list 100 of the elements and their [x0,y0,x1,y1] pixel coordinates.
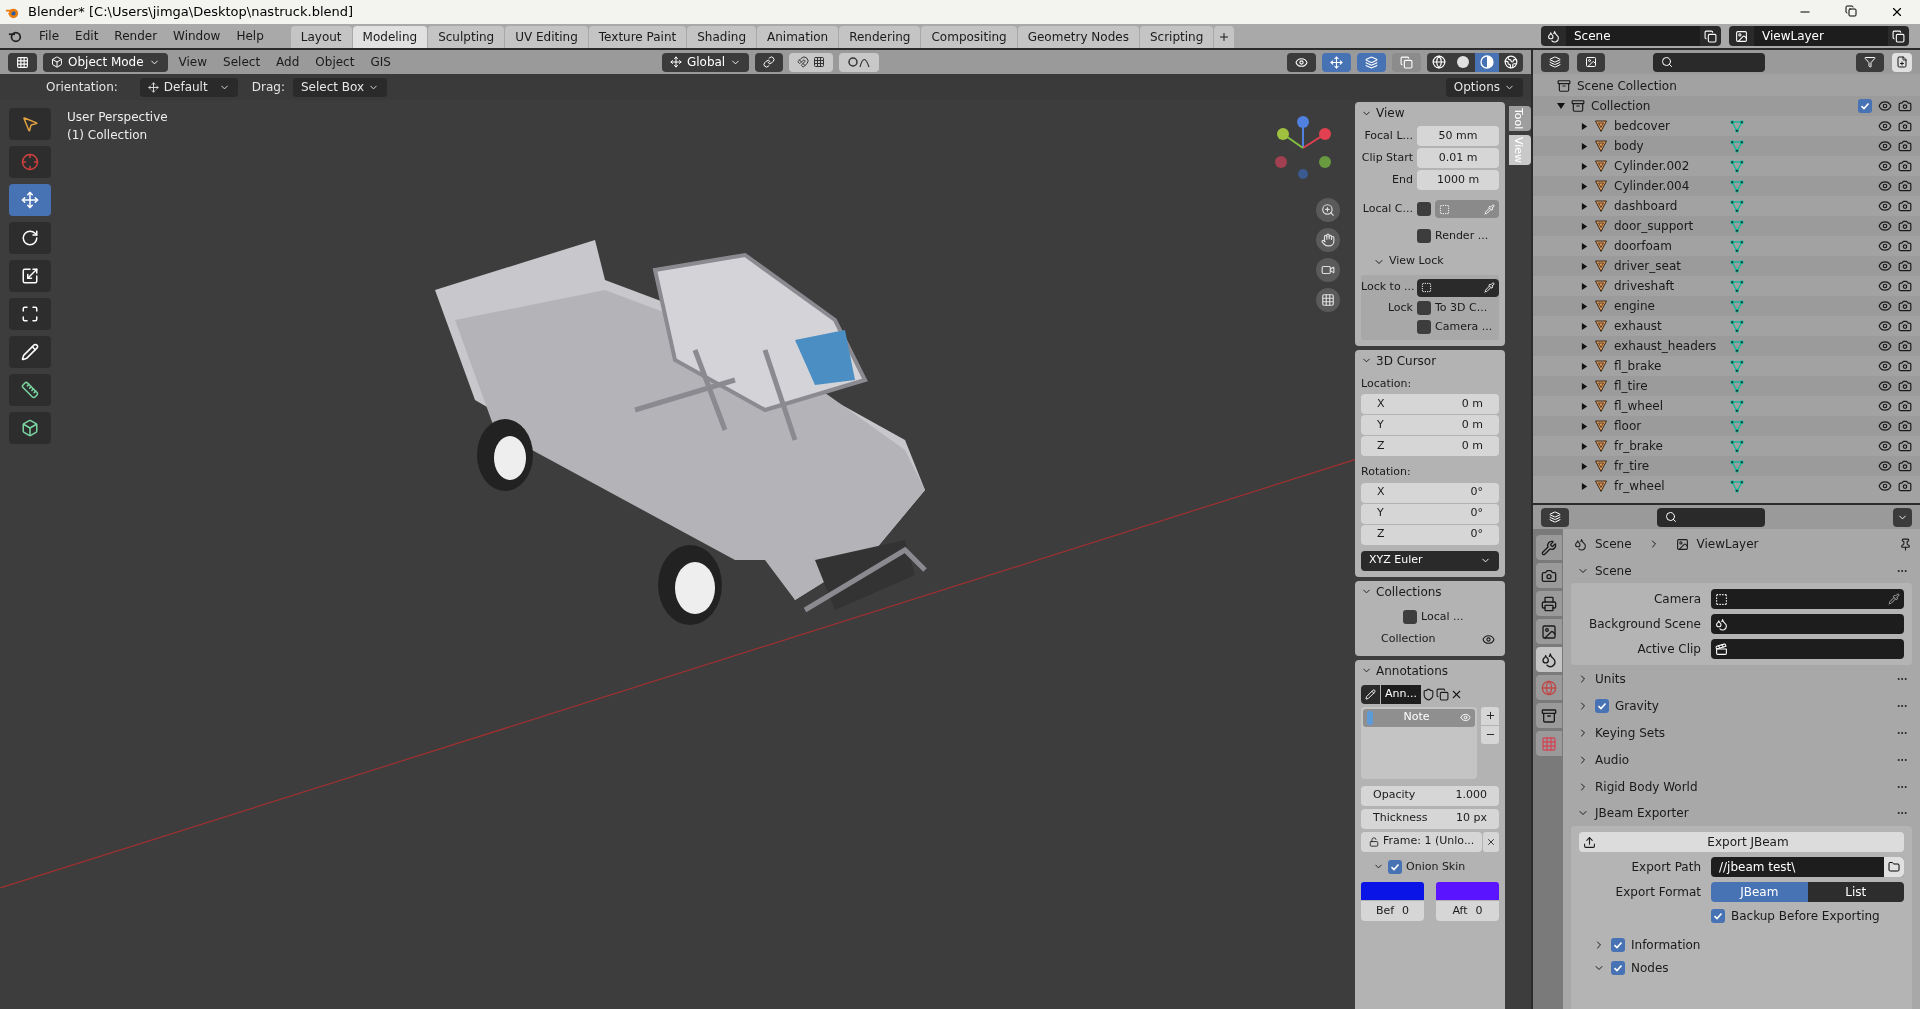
tool-button[interactable] [9,222,51,254]
panel-title[interactable]: JBeam Exporter [1595,804,1689,822]
eye-icon[interactable] [1878,99,1892,113]
menu-item[interactable]: Window [166,27,228,45]
expand-arrow-icon[interactable] [1581,162,1588,170]
menu-item[interactable]: Help [229,27,271,45]
eye-icon[interactable] [1878,439,1892,453]
checkbox[interactable] [1611,938,1625,952]
menu-item[interactable]: Add [271,53,305,71]
checkbox[interactable] [1417,202,1431,216]
workspace-tab[interactable]: Sculpting [428,26,505,48]
snap-button[interactable] [789,52,834,72]
eye-icon[interactable] [1878,239,1892,253]
outliner-row[interactable]: engine [1533,296,1920,316]
annotation-type-button[interactable] [1361,684,1380,704]
eye-icon[interactable] [1878,339,1892,353]
workspace-tab[interactable]: Texture Paint [588,26,687,48]
outliner-row[interactable]: driver_seat [1533,256,1920,276]
menu-item[interactable]: Select [218,53,266,71]
mode-dropdown[interactable]: Object Mode [43,52,168,72]
pan-button[interactable] [1316,228,1340,252]
eye-icon[interactable] [1878,359,1892,373]
rotation-mode-dropdown[interactable]: XYZ Euler [1361,550,1499,571]
tool-button[interactable] [9,374,51,406]
workspace-tab[interactable]: Compositing [921,26,1017,48]
camera-icon[interactable] [1898,99,1912,113]
workspace-tab[interactable]: Layout [290,26,352,48]
color-swatch[interactable] [1436,882,1499,900]
panel-title[interactable]: Units [1595,669,1626,688]
panel-title[interactable]: Rigid Body World [1595,777,1698,796]
camera-icon[interactable] [1898,299,1912,313]
camera-icon[interactable] [1898,379,1912,393]
number-field[interactable]: 0.01 m [1417,148,1499,168]
checkbox[interactable] [1417,300,1431,315]
expand-arrow-icon[interactable] [1581,342,1588,350]
number-field[interactable]: Y 0° [1361,503,1499,524]
camera-icon[interactable] [1898,159,1912,173]
menu-item[interactable]: File [32,27,67,45]
options-dropdown[interactable] [1893,507,1912,527]
workspace-tab[interactable]: Shading [687,26,756,48]
duplicate-icon[interactable] [1704,29,1717,43]
eye-icon[interactable] [1878,379,1892,393]
panel-title[interactable]: Scene [1595,562,1632,580]
object-picker[interactable] [1711,589,1904,609]
eye-icon[interactable] [1878,459,1892,473]
eye-icon[interactable] [1878,479,1892,493]
tool-button[interactable] [9,412,51,444]
menu-item[interactable]: View [173,53,213,71]
checkbox[interactable] [1711,909,1725,923]
outliner-row[interactable]: Collection [1533,96,1920,116]
eye-icon[interactable] [1878,199,1892,213]
scene-selector[interactable]: Scene [1541,26,1721,46]
subpanel-title[interactable]: Nodes [1631,959,1669,977]
number-field[interactable]: 50 mm [1417,126,1499,146]
orientation-dropdown[interactable]: Global [661,52,750,72]
expand-arrow-icon[interactable] [1581,262,1588,270]
orientation-dropdown[interactable]: Default [139,77,238,97]
tool-button[interactable] [9,298,51,330]
properties-tab[interactable] [1536,563,1562,588]
workspace-tab[interactable]: Geometry Nodes [1017,26,1139,48]
workspace-tab[interactable]: Rendering [839,26,921,48]
pin-icon[interactable] [1899,537,1912,551]
eye-icon[interactable] [1878,399,1892,413]
filter-button[interactable] [1856,52,1884,72]
pivot-button[interactable] [755,52,784,72]
path-field[interactable]: //jbeam test\ [1711,857,1904,877]
properties-tab[interactable] [1536,647,1562,672]
camera-icon[interactable] [1898,339,1912,353]
subpanel-title[interactable]: Information [1631,936,1701,954]
app-logo-icon[interactable] [8,29,22,43]
new-collection-button[interactable] [1892,52,1912,72]
camera-icon[interactable] [1898,279,1912,293]
camera-icon[interactable] [1898,199,1912,213]
workspace-tab[interactable]: Scripting [1139,26,1214,48]
panel-title[interactable]: Keying Sets [1595,723,1666,742]
display-mode-button[interactable] [1541,52,1569,72]
eye-icon[interactable] [1878,119,1892,133]
search-field[interactable] [1653,52,1765,72]
properties-tab[interactable] [1536,535,1562,560]
camera-icon[interactable] [1898,419,1912,433]
checkbox[interactable] [1417,320,1431,335]
eye-icon[interactable] [1878,419,1892,433]
number-field[interactable]: Z 0 m [1361,436,1499,456]
search-field[interactable] [1657,507,1765,527]
panel-title[interactable]: Gravity [1615,696,1659,715]
camera-icon[interactable] [1898,119,1912,133]
camera-icon[interactable] [1898,479,1912,493]
remove-frame-button[interactable] [1483,831,1499,852]
outliner-row[interactable]: fl_tire [1533,376,1920,396]
menu-item[interactable]: Render [107,27,165,45]
menu-item[interactable]: Edit [68,27,106,45]
visibility-dropdown[interactable] [1287,52,1316,72]
expand-arrow-icon[interactable] [1581,222,1588,230]
frames-field[interactable]: Aft 0 [1436,901,1499,921]
workspace-tab[interactable]: UV Editing [505,26,588,48]
expand-arrow-icon[interactable] [1581,422,1588,430]
layer-color-swatch[interactable] [1367,710,1373,725]
number-field[interactable]: X 0 m [1361,394,1499,414]
expand-arrow-icon[interactable] [1581,202,1588,210]
eye-icon[interactable] [1878,179,1892,193]
